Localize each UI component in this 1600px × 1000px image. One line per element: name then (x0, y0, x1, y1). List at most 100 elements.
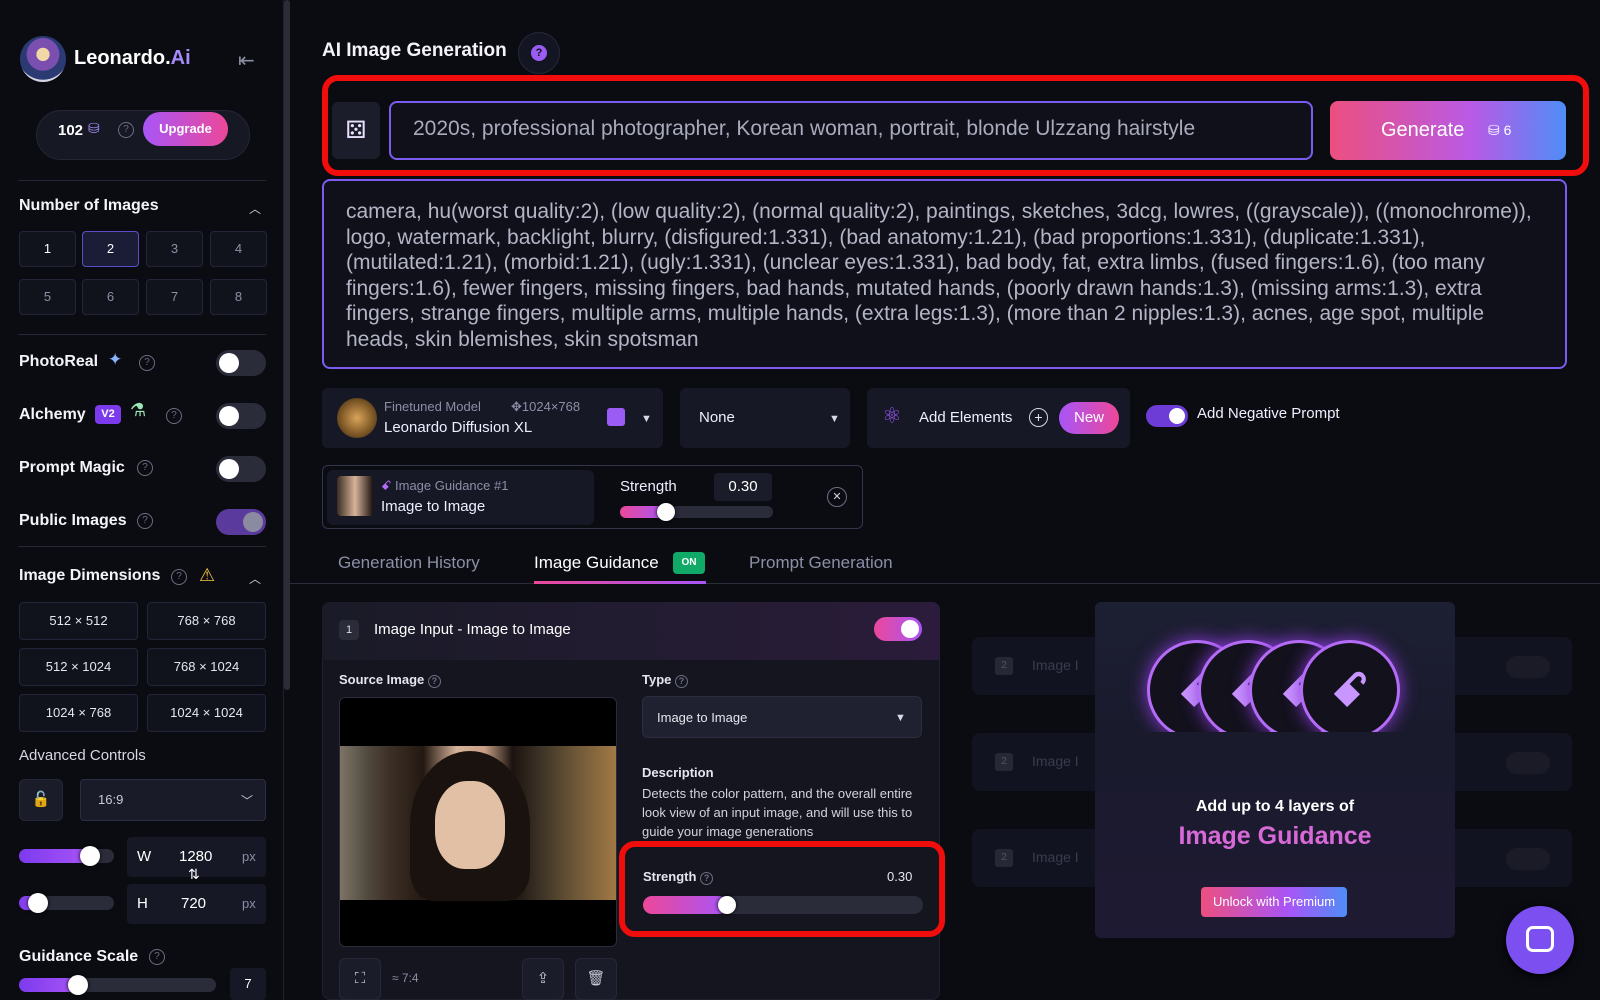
upload-icon[interactable]: ⇪ (522, 958, 564, 1000)
credits-count: 102 (58, 122, 84, 139)
new-badge: New (1059, 402, 1119, 434)
guidance-scale-value[interactable]: 7 (230, 968, 266, 1000)
photoreal-toggle[interactable] (216, 350, 266, 376)
crop-icon[interactable]: ⛶ (339, 958, 381, 1000)
type-value: Image to Image (657, 710, 748, 725)
panel-strength-value: 0.30 (887, 869, 913, 884)
num-images-8[interactable]: 8 (210, 279, 267, 315)
guidance-panel-title: Image Input - Image to Image (374, 621, 571, 638)
panel-strength-knob[interactable] (718, 896, 736, 914)
num-images-4[interactable]: 4 (210, 231, 267, 267)
height-slider-knob[interactable] (28, 893, 48, 913)
num-images-1[interactable]: 1 (19, 231, 76, 267)
layer-index-badge: 2 (995, 849, 1013, 867)
height-value[interactable]: 720 (181, 895, 206, 912)
close-icon[interactable]: ✕ (827, 487, 847, 507)
panel-strength-fill (643, 896, 727, 914)
photo-face (435, 781, 505, 869)
edit-model-icon[interactable] (607, 408, 625, 426)
dimension-1024x1024[interactable]: 1024 × 1024 (147, 694, 266, 732)
height-unit: px (242, 896, 256, 911)
question-icon: ? (531, 45, 547, 61)
add-negative-prompt-label: Add Negative Prompt (1197, 405, 1340, 422)
locked-layer-label: Image I (1032, 657, 1079, 673)
divider (18, 546, 266, 547)
num-images-6[interactable]: 6 (82, 279, 139, 315)
unlock-premium-button[interactable]: Unlock with Premium (1201, 887, 1347, 917)
alchemy-version-badge: V2 (95, 405, 121, 424)
source-image[interactable] (339, 697, 617, 947)
num-images-5[interactable]: 5 (19, 279, 76, 315)
guidance-scale-slider[interactable] (19, 975, 216, 995)
height-slider[interactable] (19, 893, 114, 913)
guidance-chip-caption: ꗃ Image Guidance #1 (381, 478, 509, 493)
panel-strength-slider[interactable] (643, 896, 923, 914)
collapse-left-icon[interactable]: ⇤ (238, 48, 255, 73)
logo-avatar (20, 36, 66, 82)
help-icon: ? (427, 675, 441, 688)
dimension-768x768[interactable]: 768 × 768 (147, 602, 266, 640)
sidebar-scrollbar[interactable] (284, 0, 290, 690)
alchemy-toggle[interactable] (216, 403, 266, 429)
model-name: Leonardo Diffusion XL (384, 419, 533, 436)
model-thumbnail (337, 398, 377, 438)
dimension-512x1024[interactable]: 512 × 1024 (19, 648, 138, 686)
chat-support-button[interactable] (1506, 906, 1574, 974)
lock-icon[interactable]: 🔓 (19, 779, 63, 821)
chip-strength-slider[interactable] (620, 503, 773, 521)
guidance-chip-title: Image to Image (381, 498, 486, 515)
prompt-input[interactable]: 2020s, professional photographer, Korean… (389, 101, 1313, 160)
help-icon[interactable]: ? (139, 355, 155, 371)
tab-generation-history[interactable]: Generation History (338, 553, 480, 573)
guidance-slider-knob[interactable] (68, 975, 88, 995)
advanced-controls-label: Advanced Controls (19, 747, 146, 764)
help-icon[interactable]: ? (149, 949, 165, 965)
generate-cost: ⛁ 6 (1488, 122, 1512, 138)
help-icon[interactable]: ? (171, 569, 187, 585)
public-images-toggle[interactable] (216, 509, 266, 535)
height-field[interactable]: H 720 px (127, 884, 266, 924)
help-icon[interactable]: ? (118, 122, 134, 138)
public-images-label: Public Images (19, 512, 127, 529)
guidance-layer-toggle[interactable] (874, 617, 922, 641)
prompt-magic-toggle[interactable] (216, 456, 266, 482)
guidance-icon: ꗃ (381, 478, 395, 493)
prompt-magic-label: Prompt Magic (19, 459, 125, 476)
dimension-768x1024[interactable]: 768 × 1024 (147, 648, 266, 686)
strength-value[interactable]: 0.30 (714, 473, 772, 501)
negative-prompt-toggle[interactable] (1146, 405, 1188, 427)
tab-prompt-generation[interactable]: Prompt Generation (749, 553, 893, 573)
dimension-1024x768[interactable]: 1024 × 768 (19, 694, 138, 732)
plus-circle-icon[interactable]: + (1029, 408, 1048, 427)
trash-icon[interactable]: 🗑 (575, 958, 617, 1000)
num-images-2[interactable]: 2 (82, 231, 139, 267)
strength-label: Strength (620, 478, 677, 495)
dimension-512x512[interactable]: 512 × 512 (19, 602, 138, 640)
upgrade-button[interactable]: Upgrade (143, 112, 228, 146)
help-icon[interactable]: ? (166, 408, 182, 424)
width-slider-knob[interactable] (80, 846, 100, 866)
negative-prompt-input[interactable]: camera, hu(worst quality:2), (low qualit… (322, 179, 1567, 369)
locked-layer-label: Image I (1032, 753, 1079, 769)
num-images-7[interactable]: 7 (146, 279, 203, 315)
help-icon: ? (700, 872, 714, 885)
chevron-up-icon[interactable]: ︿ (249, 200, 261, 217)
width-slider[interactable] (19, 846, 114, 866)
type-select[interactable]: Image to Image ▼ (642, 696, 922, 738)
swap-dimensions-icon[interactable]: ⇅ (188, 866, 200, 883)
help-icon[interactable]: ? (137, 460, 153, 476)
random-prompt-dice-icon[interactable]: ⚄ (332, 102, 380, 159)
description-text: Detects the color pattern, and the overa… (642, 786, 913, 839)
aspect-ratio-select[interactable]: 16:9 ﹀ (80, 779, 266, 821)
tab-image-guidance[interactable]: Image Guidance (534, 553, 659, 573)
camera-sparkle-icon: ✦ (108, 350, 123, 369)
chevron-up-icon[interactable]: ︿ (249, 570, 261, 587)
help-button[interactable]: ? (518, 32, 560, 74)
alchemy-label: Alchemy (19, 406, 86, 423)
page-title: AI Image Generation (322, 40, 507, 61)
chevron-down-icon[interactable]: ▼ (641, 413, 652, 425)
width-value[interactable]: 1280 (179, 848, 212, 865)
chip-strength-knob[interactable] (657, 503, 675, 521)
help-icon[interactable]: ? (137, 513, 153, 529)
num-images-3[interactable]: 3 (146, 231, 203, 267)
